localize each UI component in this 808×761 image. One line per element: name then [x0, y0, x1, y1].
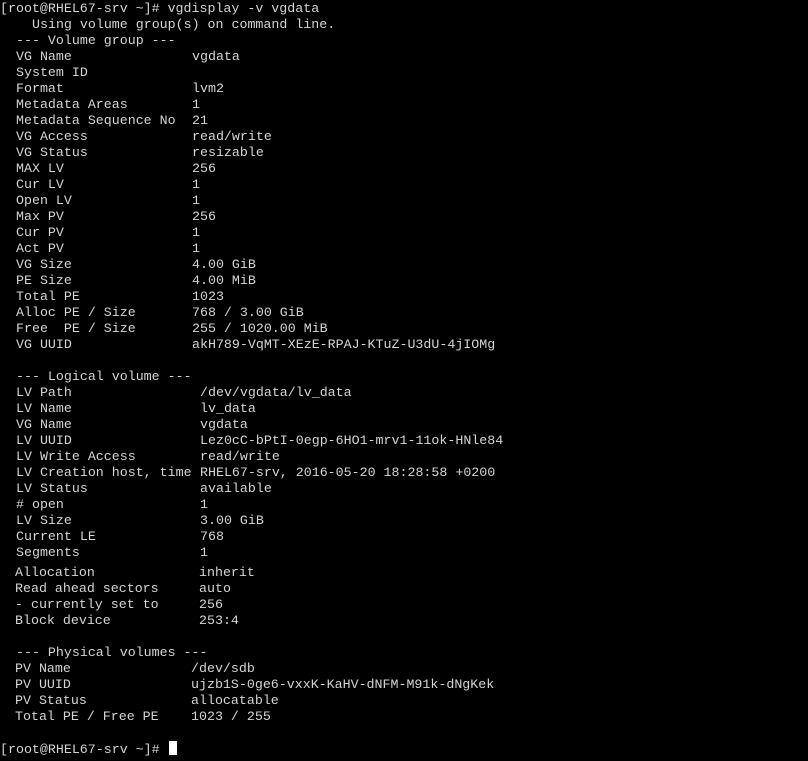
row-key: LV Path: [16, 385, 72, 400]
row-value: vgdata: [200, 417, 248, 432]
row-key: Alloc PE / Size: [16, 305, 136, 320]
info-line: Using volume group(s) on command line.: [32, 17, 336, 32]
command-text: vgdisplay -v vgdata: [167, 1, 320, 16]
row-key: LV Creation host, time: [16, 465, 192, 480]
vg-section-header: --- Volume group ---: [16, 33, 176, 48]
row-key: Metadata Areas: [16, 97, 128, 112]
row-value: /dev/sdb: [191, 661, 255, 676]
row-value: akH789-VqMT-XEzE-RPAJ-KTuZ-U3dU-4jIOMg: [192, 337, 496, 352]
row-value: 255 / 1020.00 MiB: [192, 321, 328, 336]
row-value: 1: [192, 241, 200, 256]
row-key: VG UUID: [16, 337, 72, 352]
row-value: 1023: [192, 289, 224, 304]
row-value: available: [200, 481, 272, 496]
row-value: Lez0cC-bPtI-0egp-6HO1-mrv1-11ok-HNle84: [200, 433, 504, 448]
row-key: MAX LV: [16, 161, 64, 176]
row-key: Block device: [15, 613, 111, 628]
text-cursor: [168, 741, 177, 755]
row-key: Format: [16, 81, 64, 96]
lv-section-header: --- Logical volume ---: [16, 369, 192, 384]
command-line: [root@RHEL67-srv ~]# vgdisplay -v vgdata: [0, 1, 319, 17]
row-key: LV Name: [16, 401, 72, 416]
row-value: 253:4: [199, 613, 239, 628]
row-key: VG Name: [16, 49, 72, 64]
row-value: 768: [200, 529, 224, 544]
row-key: System ID: [16, 65, 88, 80]
row-value: allocatable: [191, 693, 279, 708]
row-key: Act PV: [16, 241, 64, 256]
row-value: inherit: [199, 565, 255, 580]
row-key: # open: [16, 497, 64, 512]
row-key: Cur LV: [16, 177, 64, 192]
row-value: RHEL67-srv, 2016-05-20 18:28:58 +0200: [200, 465, 496, 480]
row-value: 1023 / 255: [191, 709, 271, 724]
final-prompt-line[interactable]: [root@RHEL67-srv ~]#: [0, 741, 177, 757]
row-key: Allocation: [15, 565, 95, 580]
row-key: VG Name: [16, 417, 72, 432]
pv-section-header: --- Physical volumes ---: [16, 645, 208, 660]
row-value: 256: [199, 597, 223, 612]
row-key: PE Size: [16, 273, 72, 288]
prompt: [root@RHEL67-srv ~]#: [0, 1, 168, 16]
row-value: 1: [192, 193, 200, 208]
row-key: LV Size: [16, 513, 72, 528]
row-key: Metadata Sequence No: [16, 113, 176, 128]
final-prompt: [root@RHEL67-srv ~]#: [0, 742, 168, 757]
row-value: read/write: [200, 449, 280, 464]
row-value: 21: [192, 113, 208, 128]
row-value: 1: [192, 225, 200, 240]
row-value: vgdata: [192, 49, 240, 64]
row-key: Open LV: [16, 193, 72, 208]
row-key: LV UUID: [16, 433, 72, 448]
row-key: Max PV: [16, 209, 64, 224]
row-key: Cur PV: [16, 225, 64, 240]
row-value: 4.00 MiB: [192, 273, 256, 288]
row-value: 4.00 GiB: [192, 257, 256, 272]
row-key: Free PE / Size: [16, 321, 136, 336]
row-key: LV Write Access: [16, 449, 136, 464]
terminal-window[interactable]: [root@RHEL67-srv ~]# vgdisplay -v vgdata…: [0, 0, 808, 761]
row-value: read/write: [192, 129, 272, 144]
row-value: lvm2: [192, 81, 224, 96]
row-value: /dev/vgdata/lv_data: [200, 385, 352, 400]
row-value: 3.00 GiB: [200, 513, 264, 528]
row-value: 256: [192, 161, 216, 176]
row-key: VG Access: [16, 129, 88, 144]
row-key: Segments: [16, 545, 80, 560]
row-value: 768 / 3.00 GiB: [192, 305, 304, 320]
row-key: PV Name: [15, 661, 71, 676]
row-key: VG Size: [16, 257, 72, 272]
row-key: LV Status: [16, 481, 88, 496]
row-value: 1: [200, 497, 208, 512]
row-key: Read ahead sectors: [15, 581, 159, 596]
row-value: 256: [192, 209, 216, 224]
row-value: 1: [192, 97, 200, 112]
row-key: Total PE / Free PE: [15, 709, 159, 724]
row-key: PV UUID: [15, 677, 71, 692]
row-value: resizable: [192, 145, 264, 160]
row-value: 1: [192, 177, 200, 192]
row-key: Current LE: [16, 529, 96, 544]
row-key: Total PE: [16, 289, 80, 304]
row-value: auto: [199, 581, 231, 596]
row-key: PV Status: [15, 693, 87, 708]
row-value: lv_data: [200, 401, 256, 416]
row-key: VG Status: [16, 145, 88, 160]
row-value: ujzb1S-0ge6-vxxK-KaHV-dNFM-M91k-dNgKek: [191, 677, 495, 692]
row-key: - currently set to: [15, 597, 159, 612]
row-value: 1: [200, 545, 208, 560]
